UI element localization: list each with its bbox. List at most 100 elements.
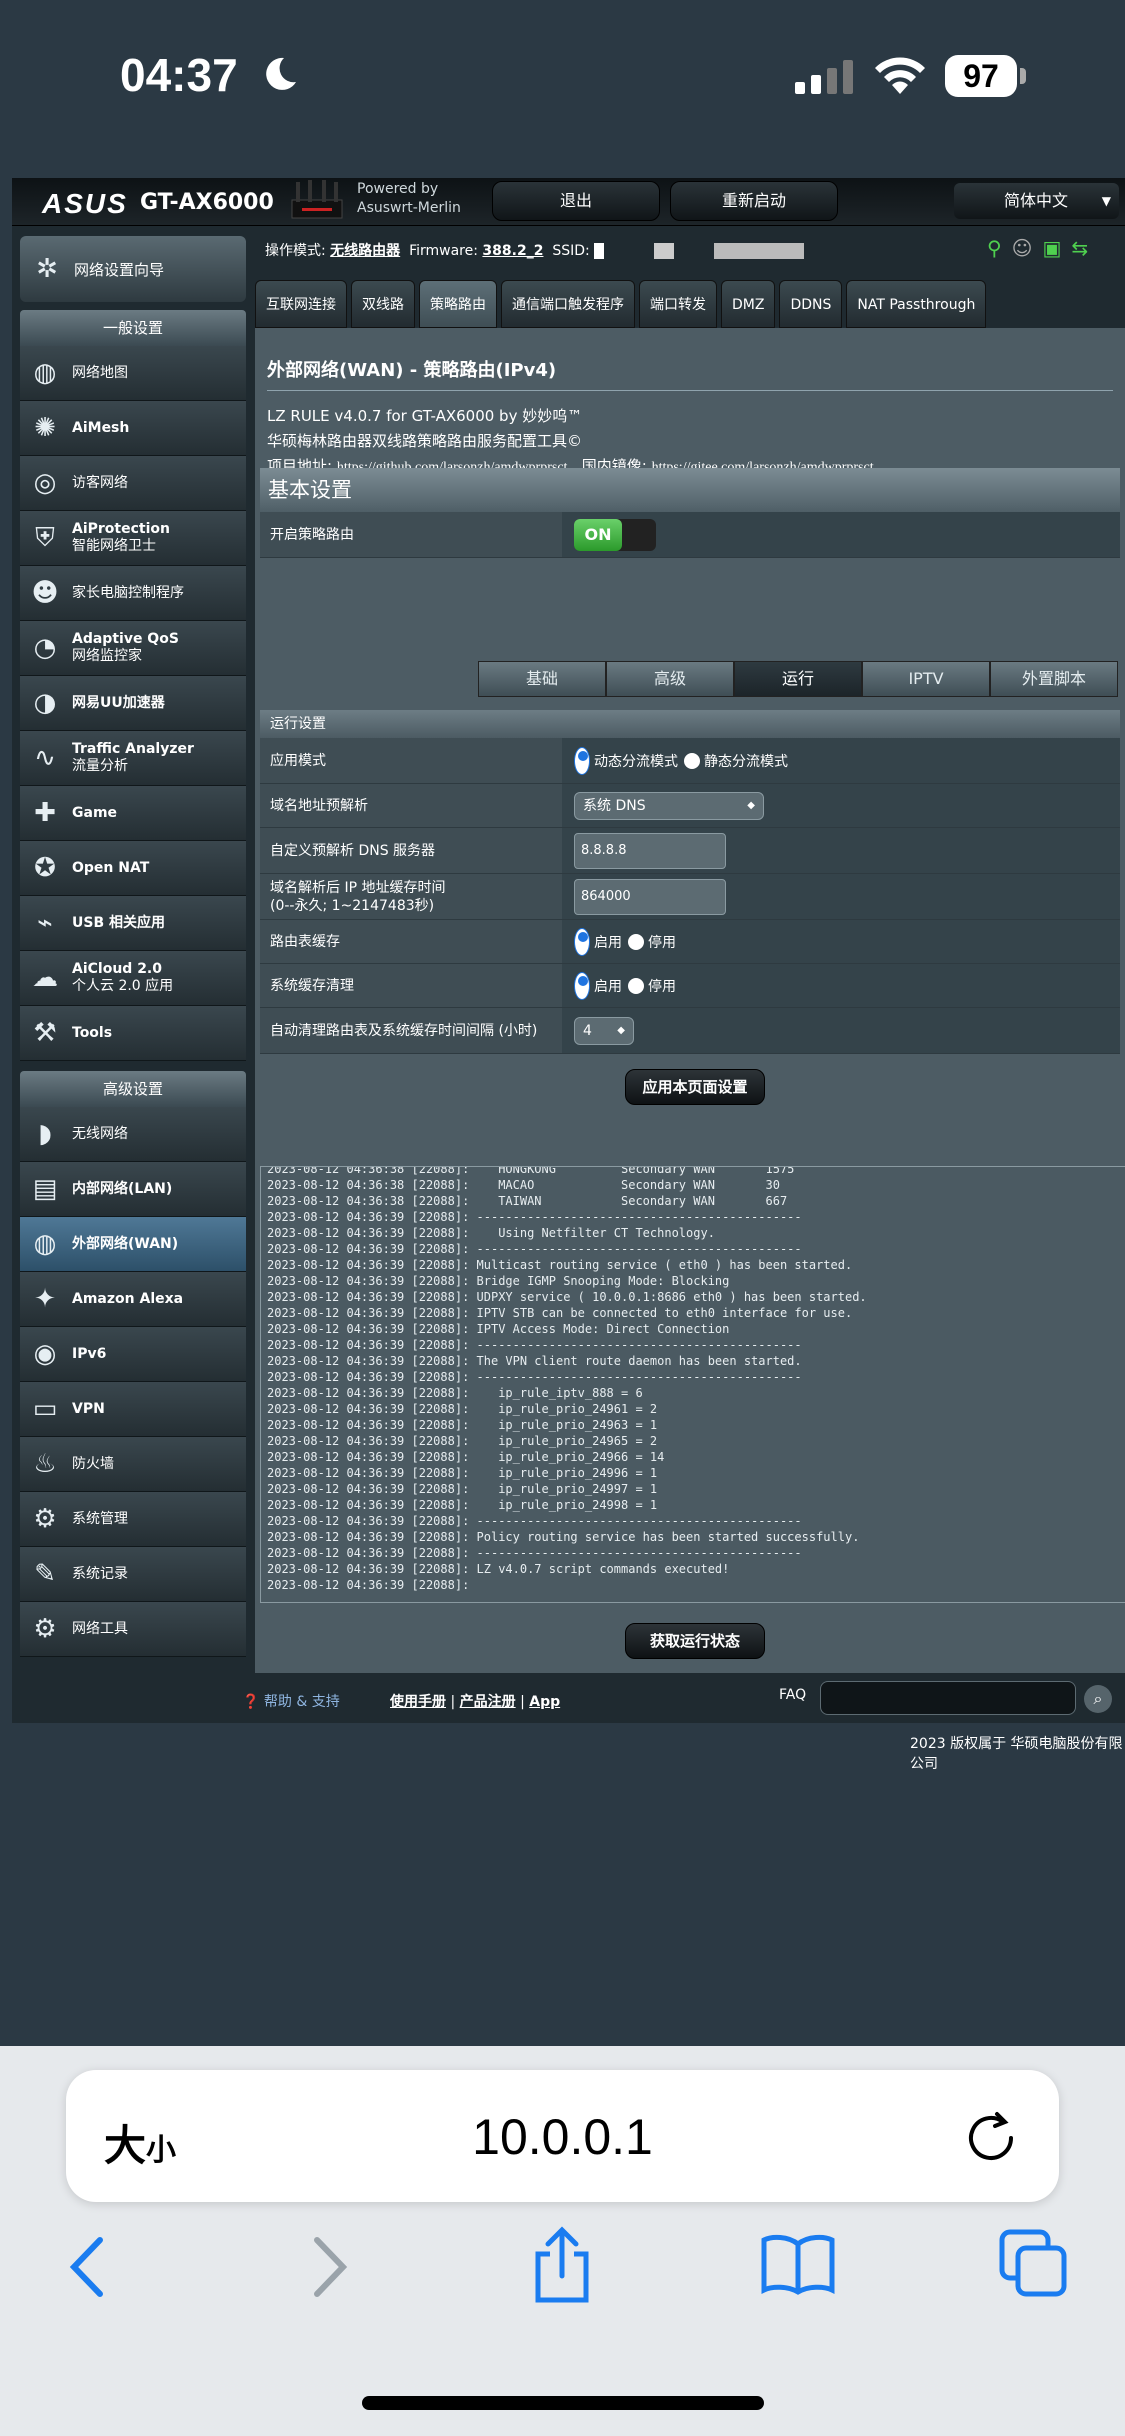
router.advanced_items-item-2[interactable]: ◍ 外部网络(WAN) [20, 1217, 246, 1272]
clients-icon: ☺ [1011, 236, 1043, 260]
sys-cache-enable-radio[interactable] [574, 971, 590, 1000]
router.advanced_items-item-1[interactable]: ▤ 内部网络(LAN) [20, 1162, 246, 1217]
policy-routing-toggle[interactable]: ON [574, 518, 656, 551]
router.general_items-item-12[interactable]: ⚒ Tools [20, 1006, 246, 1061]
share-icon[interactable] [530, 2226, 594, 2306]
manual-link[interactable]: 使用手册 [390, 1694, 446, 1710]
address-bar[interactable]: 大小 10.0.0.1 [66, 2070, 1059, 2202]
back-icon[interactable] [62, 2232, 112, 2302]
route-cache-disable-radio[interactable] [628, 933, 644, 950]
menu-label: Adaptive QoS 网络监控家 [72, 631, 179, 664]
firmware-link[interactable]: 388.2_2 [482, 243, 543, 259]
subtab-4[interactable]: 外置脚本 [990, 661, 1118, 697]
router.general_items-item-6[interactable]: ◑ 网易UU加速器 [20, 676, 246, 731]
tabs-icon[interactable] [998, 2228, 1070, 2300]
wireless-icon: ◗ [38, 1118, 52, 1149]
register-link[interactable]: 产品注册 [460, 1694, 516, 1710]
router-device-icon [291, 180, 343, 219]
chevron-down-icon: ▼ [1101, 194, 1111, 208]
log-line: 2023-08-12 04:36:39 [22088]: ip_rule_pri… [267, 1418, 658, 1432]
router.general_items-item-3[interactable]: ⛨ AiProtection 智能网络卫士 [20, 511, 246, 566]
log-line: 2023-08-12 04:36:39 [22088]: ip_rule_pri… [267, 1466, 658, 1480]
get-status-button[interactable]: 获取运行状态 [625, 1623, 765, 1659]
router.general_items-item-5[interactable]: ◔ Adaptive QoS 网络监控家 [20, 621, 246, 676]
ios-status-bar: 04:37 97 [0, 0, 1125, 150]
router.advanced_items-item-4[interactable]: ◉ IPv6 [20, 1327, 246, 1382]
setup-wizard-button[interactable]: ✲ 网络设置向导 [20, 236, 246, 302]
cache-time-input[interactable]: 864000 [574, 878, 726, 915]
menu-label: Tools [72, 1024, 113, 1041]
router.general_items-item-8[interactable]: ✚ Game [20, 786, 246, 841]
router.advanced_items-item-7[interactable]: ⚙ 系统管理 [20, 1492, 246, 1547]
router.general_items-item-9[interactable]: ✪ Open NAT [20, 841, 246, 896]
tab-3[interactable]: 通信端口触发程序 [501, 280, 635, 328]
help-support-link[interactable]: ❓ 帮助 & 支持 [242, 1691, 340, 1711]
menu-label: 系统记录 [72, 1565, 128, 1582]
usb-status-icon: ⇆ [1071, 236, 1099, 260]
dynamic-mode-radio[interactable] [574, 746, 590, 775]
router.advanced_items-item-6[interactable]: ♨ 防火墙 [20, 1437, 246, 1492]
router.general_items-item-0[interactable]: ◍ 网络地图 [20, 346, 246, 401]
log-line: 2023-08-12 04:36:39 [22088]: The VPN cli… [267, 1354, 802, 1368]
main-content: 操作模式: 无线路由器 Firmware: 388.2_2 SSID: ⚲☺▣⇆… [255, 228, 1125, 1673]
tab-2[interactable]: 策略路由 [419, 280, 497, 328]
subtab-0[interactable]: 基础 [478, 661, 606, 697]
sys-cache-disable-radio[interactable] [628, 977, 644, 994]
router.general_items-item-2[interactable]: ◎ 访客网络 [20, 456, 246, 511]
log-line: 2023-08-12 04:36:39 [22088]: ip_rule_pri… [267, 1482, 658, 1496]
router.general_items-item-7[interactable]: ∿ Traffic Analyzer 流量分析 [20, 731, 246, 786]
faq-search-input[interactable] [820, 1681, 1076, 1715]
subtab-2[interactable]: 运行 [734, 661, 862, 697]
router.advanced_items-item-0[interactable]: ◗ 无线网络 [20, 1107, 246, 1162]
tab-6[interactable]: DDNS [779, 280, 843, 328]
log-line: 2023-08-12 04:36:39 [22088]: LZ v4.0.7 s… [267, 1562, 730, 1576]
copyright: 2023 版权属于 华硕电脑股份有限公司 [910, 1736, 1123, 1772]
tab-7[interactable]: NAT Passthrough [846, 280, 987, 328]
tab-0[interactable]: 互联网连接 [255, 280, 347, 328]
lan-icon: ▤ [32, 1173, 58, 1204]
dns-select[interactable]: 系统 DNS ◆ [574, 791, 764, 820]
basic-settings-header: 基本设置 [260, 468, 1120, 512]
reload-icon[interactable] [963, 2108, 1019, 2164]
static-mode-radio[interactable] [684, 752, 700, 769]
reboot-button[interactable]: 重新启动 [670, 181, 838, 221]
bookmarks-icon[interactable] [760, 2232, 836, 2296]
operation-mode-link[interactable]: 无线路由器 [330, 243, 400, 259]
log-line: 2023-08-12 04:36:39 [22088]: UDPXY servi… [267, 1290, 867, 1304]
search-icon[interactable]: ⌕ [1084, 1685, 1112, 1713]
run-log[interactable]: 2023-08-12 04:36:38 [22088]: HONGKONG Se… [260, 1166, 1125, 1603]
subtab-3[interactable]: IPTV [862, 661, 990, 697]
guest-network-icon: ◎ [33, 467, 57, 498]
tab-5[interactable]: DMZ [721, 280, 776, 328]
url-text[interactable]: 10.0.0.1 [66, 2108, 1059, 2166]
forward-icon[interactable] [305, 2232, 355, 2302]
router.general_items-item-4[interactable]: ☻ 家长电脑控制程序 [20, 566, 246, 621]
router.advanced_items-item-3[interactable]: ✦ Amazon Alexa [20, 1272, 246, 1327]
router.advanced_items-item-8[interactable]: ✎ 系统记录 [20, 1547, 246, 1602]
tab-4[interactable]: 端口转发 [639, 280, 717, 328]
router.general_items-item-1[interactable]: ✺ AiMesh [20, 401, 246, 456]
cache-time-row: 域名解析后 IP 地址缓存时间 (0--永久; 1~2147483秒) 86400… [260, 874, 1120, 920]
menu-label: 无线网络 [72, 1125, 128, 1142]
subtab-1[interactable]: 高级 [606, 661, 734, 697]
route-cache-enable-radio[interactable] [574, 927, 590, 956]
apply-button[interactable]: 应用本页面设置 [625, 1069, 765, 1105]
tab-1[interactable]: 双线路 [351, 280, 415, 328]
ssid-redacted [594, 243, 805, 259]
uu-accelerator-icon: ◑ [33, 687, 57, 718]
globe-map-icon: ◍ [33, 357, 57, 388]
router.general_items-item-10[interactable]: ⌁ USB 相关应用 [20, 896, 246, 951]
logout-button[interactable]: 退出 [492, 181, 660, 221]
app-link[interactable]: App [529, 1694, 560, 1710]
updown-chevron-icon: ◆ [747, 799, 755, 811]
footer-links: 使用手册 | 产品注册 | App [390, 1694, 561, 1710]
advanced-menu: ◗ 无线网络 ▤ 内部网络(LAN) ◍ 外部网络(WAN) ✦ Amazon Alexa ◉ I… [20, 1107, 246, 1657]
interval-select[interactable]: 4 ◆ [574, 1016, 634, 1045]
language-select[interactable]: 简体中文 ▼ [954, 183, 1119, 219]
router.advanced_items-item-5[interactable]: ▭ VPN [20, 1382, 246, 1437]
top-tabs: 互联网连接 双线路 策略路由 通信端口触发程序 端口转发 DMZ DDNS NAT Passt… [255, 280, 990, 328]
router.general_items-item-11[interactable]: ☁ AiCloud 2.0 个人云 2.0 应用 [20, 951, 246, 1006]
log-line: 2023-08-12 04:36:39 [22088]: Multicast r… [267, 1258, 853, 1272]
router.advanced_items-item-9[interactable]: ⚙ 网络工具 [20, 1602, 246, 1657]
custom-dns-input[interactable]: 8.8.8.8 [574, 832, 726, 869]
